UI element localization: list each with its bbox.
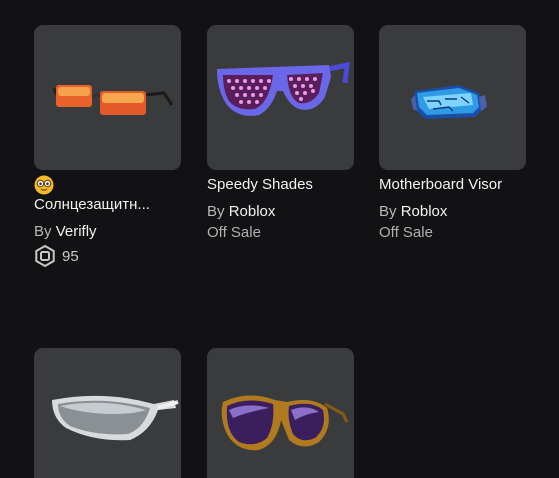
item-creator: By Roblox (379, 201, 526, 222)
item-card-speedy-shades[interactable]: Speedy Shades By Roblox Off Sale (207, 25, 354, 243)
item-name[interactable]: Motherboard Visor (379, 174, 526, 195)
creator-link[interactable]: Roblox (401, 203, 448, 220)
item-creator: By Verifly (34, 221, 181, 242)
orange-rectangular-sunglasses-icon (52, 85, 174, 115)
silver-sport-sunglasses-icon (52, 395, 179, 441)
item-thumbnail[interactable] (379, 25, 526, 170)
nerd-face-emoji-icon (34, 175, 54, 195)
by-label: By (379, 203, 397, 220)
item-name[interactable]: Солнцезащитн... (34, 194, 181, 215)
purple-studded-shades-icon (217, 61, 350, 116)
item-creator: By Roblox (207, 201, 354, 222)
item-thumbnail[interactable] (34, 348, 181, 478)
item-status: Off Sale (207, 224, 261, 241)
item-card-gold-aviators[interactable] (207, 348, 354, 478)
robux-icon (35, 245, 55, 267)
item-thumbnail[interactable] (34, 25, 181, 170)
by-label: By (34, 223, 52, 240)
by-label: By (207, 203, 225, 220)
item-price: 95 (34, 245, 181, 267)
item-thumbnail[interactable] (207, 25, 354, 170)
gold-aviator-sunglasses-icon (221, 395, 349, 451)
creator-link[interactable]: Roblox (229, 203, 276, 220)
item-card-solntsezashchitnye[interactable]: Солнцезащитн... By Verifly 95 (34, 25, 181, 267)
price-value: 95 (62, 247, 79, 265)
catalog-grid: Солнцезащитн... By Verifly 95 Speedy Sha… (0, 0, 559, 478)
item-card-silver-sunglasses[interactable] (34, 348, 181, 478)
item-card-motherboard-visor[interactable]: Motherboard Visor By Roblox Off Sale (379, 25, 526, 243)
item-status: Off Sale (379, 224, 433, 241)
item-name[interactable]: Speedy Shades (207, 174, 354, 195)
blue-circuit-visor-icon (411, 85, 487, 119)
item-thumbnail[interactable] (207, 348, 354, 478)
creator-link[interactable]: Verifly (56, 223, 97, 240)
